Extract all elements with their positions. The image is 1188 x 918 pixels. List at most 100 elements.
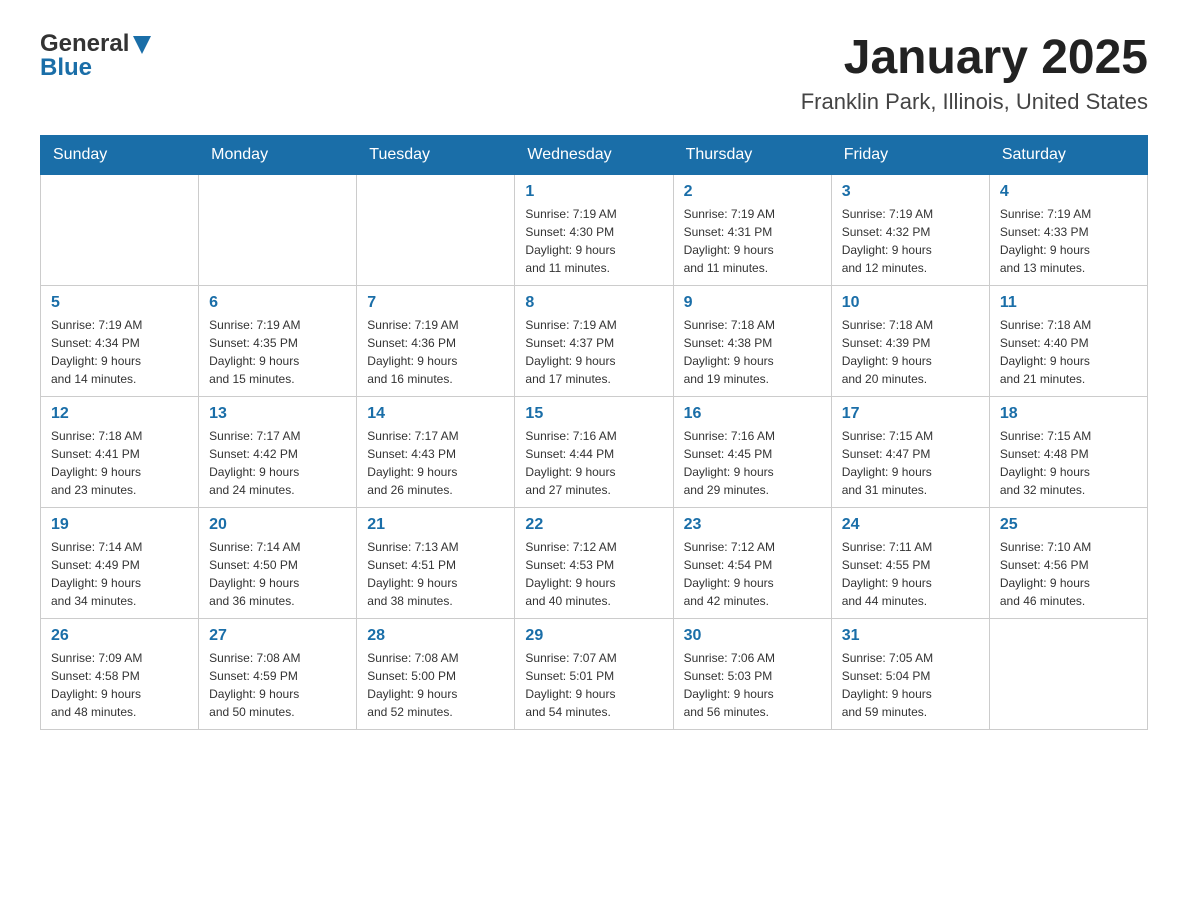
- calendar-cell: 16 Sunrise: 7:16 AM Sunset: 4:45 PM Dayli…: [673, 397, 831, 508]
- day-info: Sunrise: 7:19 AM Sunset: 4:32 PM Dayligh…: [842, 205, 979, 277]
- calendar-week-row: 5Sunrise: 7:19 AM Sunset: 4:34 PM Daylig…: [41, 286, 1148, 397]
- day-number: 18: [1000, 405, 1137, 423]
- weekday-header-monday: Monday: [199, 136, 357, 175]
- day-number: 3: [842, 183, 979, 201]
- calendar-table: SundayMondayTuesdayWednesdayThursdayFrid…: [40, 135, 1148, 730]
- calendar-cell: 17 Sunrise: 7:15 AM Sunset: 4:47 PM Dayli…: [831, 397, 989, 508]
- weekday-header-wednesday: Wednesday: [515, 136, 673, 175]
- day-info: Sunrise: 7:09 AM Sunset: 4:58 PM Dayligh…: [51, 649, 188, 721]
- day-info: Sunrise: 7:15 AM Sunset: 4:47 PM Dayligh…: [842, 427, 979, 499]
- weekday-header-sunday: Sunday: [41, 136, 199, 175]
- weekday-header-tuesday: Tuesday: [357, 136, 515, 175]
- day-info: Sunrise: 7:19 AM Sunset: 4:37 PM Dayligh…: [525, 316, 662, 388]
- calendar-cell: 25 Sunrise: 7:10 AM Sunset: 4:56 PM Dayli…: [989, 508, 1147, 619]
- calendar-cell: 12 Sunrise: 7:18 AM Sunset: 4:41 PM Dayli…: [41, 397, 199, 508]
- day-info: Sunrise: 7:19 AM Sunset: 4:35 PM Dayligh…: [209, 316, 346, 388]
- calendar-cell: [357, 175, 515, 286]
- calendar-cell: 2 Sunrise: 7:19 AM Sunset: 4:31 PM Daylig…: [673, 175, 831, 286]
- day-info: Sunrise: 7:18 AM Sunset: 4:41 PM Dayligh…: [51, 427, 188, 499]
- calendar-cell: 8 Sunrise: 7:19 AM Sunset: 4:37 PM Daylig…: [515, 286, 673, 397]
- day-number: 16: [684, 405, 821, 423]
- day-number: 4: [1000, 183, 1137, 201]
- logo-blue: Blue: [40, 54, 153, 82]
- day-info: Sunrise: 7:19 AM Sunset: 4:34 PM Dayligh…: [51, 316, 188, 388]
- day-number: 24: [842, 516, 979, 534]
- calendar-cell: 5Sunrise: 7:19 AM Sunset: 4:34 PM Daylig…: [41, 286, 199, 397]
- day-info: Sunrise: 7:12 AM Sunset: 4:54 PM Dayligh…: [684, 538, 821, 610]
- day-number: 12: [51, 405, 188, 423]
- calendar-cell: [41, 175, 199, 286]
- day-number: 2: [684, 183, 821, 201]
- day-number: 28: [367, 627, 504, 645]
- calendar-cell: 9Sunrise: 7:18 AM Sunset: 4:38 PM Daylig…: [673, 286, 831, 397]
- calendar-cell: 11Sunrise: 7:18 AM Sunset: 4:40 PM Dayli…: [989, 286, 1147, 397]
- day-number: 9: [684, 294, 821, 312]
- calendar-cell: 14 Sunrise: 7:17 AM Sunset: 4:43 PM Dayli…: [357, 397, 515, 508]
- calendar-cell: 21Sunrise: 7:13 AM Sunset: 4:51 PM Dayli…: [357, 508, 515, 619]
- calendar-cell: 19 Sunrise: 7:14 AM Sunset: 4:49 PM Dayli…: [41, 508, 199, 619]
- calendar-cell: 22Sunrise: 7:12 AM Sunset: 4:53 PM Dayli…: [515, 508, 673, 619]
- day-info: Sunrise: 7:17 AM Sunset: 4:42 PM Dayligh…: [209, 427, 346, 499]
- day-info: Sunrise: 7:14 AM Sunset: 4:50 PM Dayligh…: [209, 538, 346, 610]
- calendar-cell: 7 Sunrise: 7:19 AM Sunset: 4:36 PM Daylig…: [357, 286, 515, 397]
- calendar-week-row: 1Sunrise: 7:19 AM Sunset: 4:30 PM Daylig…: [41, 175, 1148, 286]
- day-number: 15: [525, 405, 662, 423]
- day-info: Sunrise: 7:10 AM Sunset: 4:56 PM Dayligh…: [1000, 538, 1137, 610]
- day-info: Sunrise: 7:18 AM Sunset: 4:40 PM Dayligh…: [1000, 316, 1137, 388]
- calendar-cell: 6 Sunrise: 7:19 AM Sunset: 4:35 PM Daylig…: [199, 286, 357, 397]
- calendar-cell: 10Sunrise: 7:18 AM Sunset: 4:39 PM Dayli…: [831, 286, 989, 397]
- day-info: Sunrise: 7:06 AM Sunset: 5:03 PM Dayligh…: [684, 649, 821, 721]
- calendar-cell: 13 Sunrise: 7:17 AM Sunset: 4:42 PM Dayli…: [199, 397, 357, 508]
- calendar-cell: 24 Sunrise: 7:11 AM Sunset: 4:55 PM Dayli…: [831, 508, 989, 619]
- calendar-cell: [989, 619, 1147, 730]
- day-number: 19: [51, 516, 188, 534]
- day-number: 27: [209, 627, 346, 645]
- day-info: Sunrise: 7:07 AM Sunset: 5:01 PM Dayligh…: [525, 649, 662, 721]
- day-number: 17: [842, 405, 979, 423]
- day-info: Sunrise: 7:14 AM Sunset: 4:49 PM Dayligh…: [51, 538, 188, 610]
- day-number: 26: [51, 627, 188, 645]
- calendar-cell: 15 Sunrise: 7:16 AM Sunset: 4:44 PM Dayli…: [515, 397, 673, 508]
- calendar-cell: 29 Sunrise: 7:07 AM Sunset: 5:01 PM Dayli…: [515, 619, 673, 730]
- calendar-cell: 3 Sunrise: 7:19 AM Sunset: 4:32 PM Daylig…: [831, 175, 989, 286]
- page-title: January 2025: [801, 30, 1148, 85]
- calendar-cell: 4 Sunrise: 7:19 AM Sunset: 4:33 PM Daylig…: [989, 175, 1147, 286]
- day-number: 31: [842, 627, 979, 645]
- day-info: Sunrise: 7:16 AM Sunset: 4:44 PM Dayligh…: [525, 427, 662, 499]
- day-number: 14: [367, 405, 504, 423]
- calendar-cell: 27 Sunrise: 7:08 AM Sunset: 4:59 PM Dayli…: [199, 619, 357, 730]
- day-number: 23: [684, 516, 821, 534]
- day-info: Sunrise: 7:16 AM Sunset: 4:45 PM Dayligh…: [684, 427, 821, 499]
- weekday-header-friday: Friday: [831, 136, 989, 175]
- logo: General Blue: [40, 30, 153, 82]
- day-info: Sunrise: 7:19 AM Sunset: 4:33 PM Dayligh…: [1000, 205, 1137, 277]
- day-info: Sunrise: 7:19 AM Sunset: 4:31 PM Dayligh…: [684, 205, 821, 277]
- page-header: General Blue January 2025 Franklin Park,…: [40, 30, 1148, 115]
- day-number: 7: [367, 294, 504, 312]
- logo-arrow-icon: [131, 34, 153, 56]
- day-info: Sunrise: 7:19 AM Sunset: 4:30 PM Dayligh…: [525, 205, 662, 277]
- calendar-cell: 26 Sunrise: 7:09 AM Sunset: 4:58 PM Dayli…: [41, 619, 199, 730]
- day-info: Sunrise: 7:15 AM Sunset: 4:48 PM Dayligh…: [1000, 427, 1137, 499]
- calendar-cell: 28Sunrise: 7:08 AM Sunset: 5:00 PM Dayli…: [357, 619, 515, 730]
- day-number: 25: [1000, 516, 1137, 534]
- day-info: Sunrise: 7:13 AM Sunset: 4:51 PM Dayligh…: [367, 538, 504, 610]
- day-info: Sunrise: 7:19 AM Sunset: 4:36 PM Dayligh…: [367, 316, 504, 388]
- day-info: Sunrise: 7:18 AM Sunset: 4:39 PM Dayligh…: [842, 316, 979, 388]
- day-info: Sunrise: 7:05 AM Sunset: 5:04 PM Dayligh…: [842, 649, 979, 721]
- day-info: Sunrise: 7:08 AM Sunset: 4:59 PM Dayligh…: [209, 649, 346, 721]
- weekday-header-saturday: Saturday: [989, 136, 1147, 175]
- day-number: 20: [209, 516, 346, 534]
- day-number: 6: [209, 294, 346, 312]
- calendar-cell: 30 Sunrise: 7:06 AM Sunset: 5:03 PM Dayli…: [673, 619, 831, 730]
- day-number: 30: [684, 627, 821, 645]
- calendar-header-row: SundayMondayTuesdayWednesdayThursdayFrid…: [41, 136, 1148, 175]
- day-info: Sunrise: 7:12 AM Sunset: 4:53 PM Dayligh…: [525, 538, 662, 610]
- calendar-week-row: 19 Sunrise: 7:14 AM Sunset: 4:49 PM Dayli…: [41, 508, 1148, 619]
- calendar-week-row: 12 Sunrise: 7:18 AM Sunset: 4:41 PM Dayli…: [41, 397, 1148, 508]
- day-info: Sunrise: 7:11 AM Sunset: 4:55 PM Dayligh…: [842, 538, 979, 610]
- day-number: 29: [525, 627, 662, 645]
- day-info: Sunrise: 7:17 AM Sunset: 4:43 PM Dayligh…: [367, 427, 504, 499]
- day-number: 8: [525, 294, 662, 312]
- day-number: 13: [209, 405, 346, 423]
